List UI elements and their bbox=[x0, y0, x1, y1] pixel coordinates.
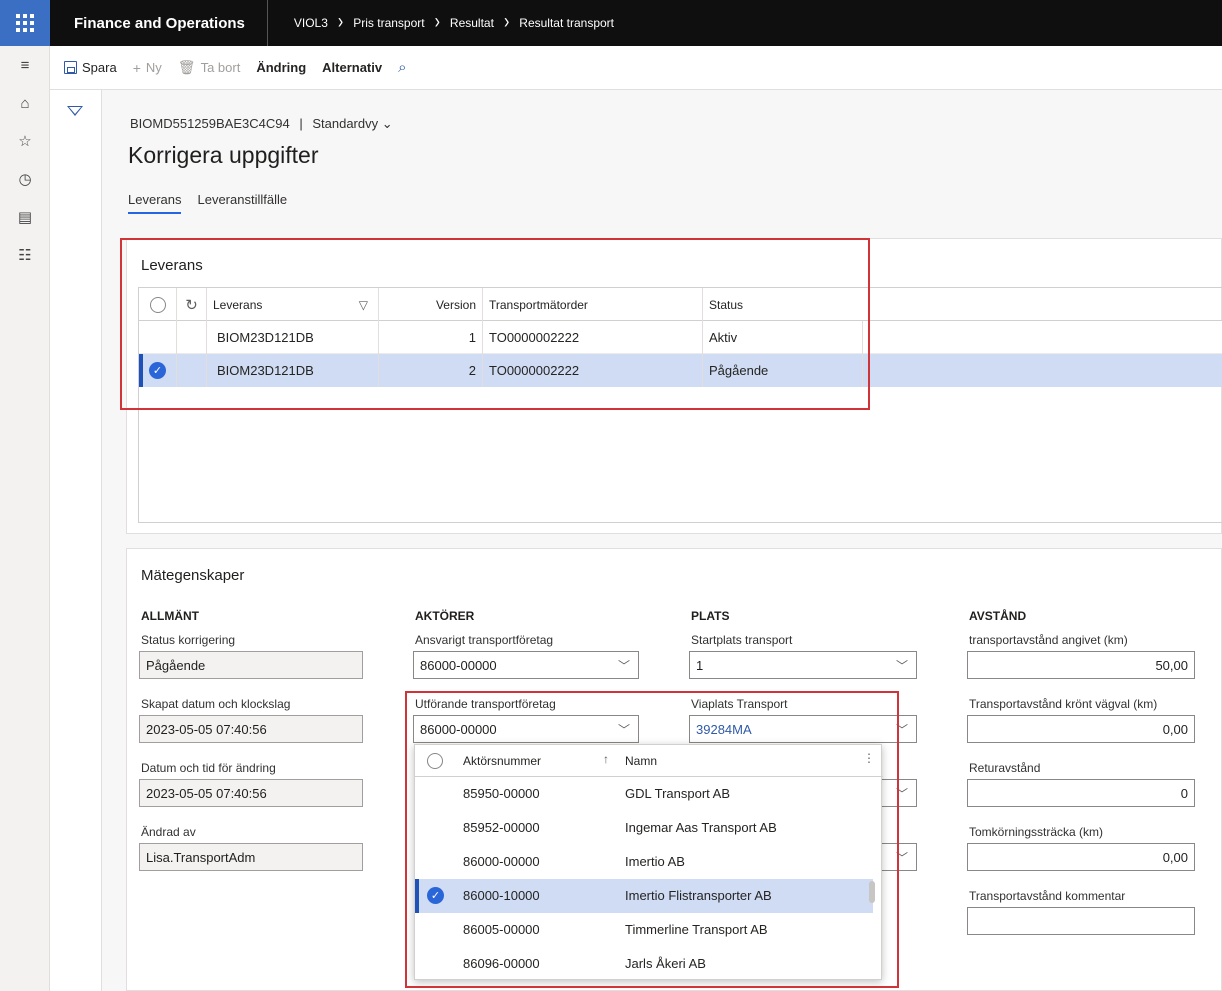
app-title[interactable]: Finance and Operations bbox=[50, 0, 268, 46]
breadcrumb-item[interactable]: Pris transport bbox=[353, 16, 424, 30]
favorites-star-icon[interactable]: ☆ bbox=[0, 122, 50, 160]
search-icon[interactable]: ⌕ bbox=[398, 59, 406, 76]
filter-icon[interactable] bbox=[67, 106, 83, 116]
allmant-heading: ALLMÄNT bbox=[141, 609, 199, 623]
responsible-field[interactable]: 86000-00000 ﹀ bbox=[413, 651, 639, 679]
changed-field[interactable]: 2023-05-05 07:40:56 bbox=[139, 779, 363, 807]
save-button[interactable]: Spara bbox=[64, 60, 117, 75]
filter-pane bbox=[50, 90, 102, 991]
chevron-down-icon[interactable]: ﹀ bbox=[896, 657, 908, 674]
options-menu-button[interactable]: Alternativ bbox=[322, 60, 382, 75]
matt-section-title: Mätegenskaper bbox=[141, 567, 245, 584]
responsible-label: Ansvarigt transportföretag bbox=[415, 633, 554, 647]
comment-label: Transportavstånd kommentar bbox=[969, 889, 1126, 903]
given-label: transportavstånd angivet (km) bbox=[969, 633, 1128, 647]
created-label: Skapat datum och klockslag bbox=[141, 697, 291, 711]
edit-menu-button[interactable]: Ändring bbox=[256, 60, 306, 75]
crowned-field[interactable]: 0,00 bbox=[967, 715, 1195, 743]
return-field[interactable]: 0 bbox=[967, 779, 1195, 807]
comment-field[interactable] bbox=[967, 907, 1195, 935]
crowned-label: Transportavstånd krönt vägval (km) bbox=[969, 697, 1158, 711]
given-field[interactable]: 50,00 bbox=[967, 651, 1195, 679]
highlight-box-lookup bbox=[405, 691, 899, 988]
record-header: BIOMD551259BAE3C4C94 | Standardvy ⌄ bbox=[130, 116, 393, 132]
action-pane: Spara + Ny 🗑 Ta bort Ändring Alternativ … bbox=[50, 46, 1222, 90]
home-icon[interactable]: ⌂ bbox=[0, 84, 50, 122]
start-value: 1 bbox=[696, 657, 704, 673]
changedby-label: Ändrad av bbox=[141, 825, 196, 839]
breadcrumb-item[interactable]: Resultat bbox=[450, 16, 494, 30]
recent-clock-icon[interactable]: ◷ bbox=[0, 160, 50, 198]
page-title: Korrigera uppgifter bbox=[128, 142, 319, 168]
view-label: Standardvy bbox=[312, 116, 379, 131]
empty-field[interactable]: 0,00 bbox=[967, 843, 1195, 871]
chevron-right-icon: › bbox=[434, 11, 440, 34]
workspaces-icon[interactable]: ▤ bbox=[0, 198, 50, 236]
left-navigation: ≡ ⌂ ☆ ◷ ▤ ☷ bbox=[0, 46, 50, 991]
status-field[interactable]: Pågående bbox=[139, 651, 363, 679]
empty-label: Tomkörningssträcka (km) bbox=[969, 825, 1104, 839]
trash-icon: 🗑 bbox=[177, 59, 196, 75]
return-label: Returavstånd bbox=[969, 761, 1041, 775]
changedby-field[interactable]: Lisa.TransportAdm bbox=[139, 843, 363, 871]
record-id: BIOMD551259BAE3C4C94 bbox=[130, 116, 290, 131]
changed-label: Datum och tid för ändring bbox=[141, 761, 276, 775]
new-label: Ny bbox=[145, 60, 162, 75]
avstand-heading: AVSTÅND bbox=[969, 609, 1027, 623]
modules-list-icon[interactable]: ☷ bbox=[0, 236, 50, 274]
breadcrumb: VIOL3 › Pris transport › Resultat › Resu… bbox=[268, 11, 614, 34]
view-selector[interactable]: Standardvy ⌄ bbox=[312, 116, 392, 131]
breadcrumb-company[interactable]: VIOL3 bbox=[294, 16, 328, 30]
breadcrumb-item[interactable]: Resultat transport bbox=[519, 16, 614, 30]
created-field[interactable]: 2023-05-05 07:40:56 bbox=[139, 715, 363, 743]
plus-icon: + bbox=[132, 59, 141, 76]
header-separator: | bbox=[299, 116, 303, 131]
tab-strip: Leverans Leveranstillfälle bbox=[128, 192, 303, 214]
delete-button[interactable]: 🗑 Ta bort bbox=[178, 59, 241, 76]
highlight-box-leverans bbox=[120, 238, 870, 410]
plats-heading: PLATS bbox=[691, 609, 730, 623]
tab-leverans[interactable]: Leverans bbox=[128, 192, 182, 214]
chevron-right-icon: › bbox=[337, 11, 344, 34]
waffle-icon bbox=[16, 14, 34, 32]
app-launcher-button[interactable] bbox=[0, 0, 50, 46]
status-label: Status korrigering bbox=[141, 633, 236, 647]
hamburger-menu-icon[interactable]: ≡ bbox=[0, 46, 50, 84]
chevron-down-icon: ⌄ bbox=[381, 116, 393, 131]
delete-label: Ta bort bbox=[200, 60, 241, 75]
save-icon bbox=[64, 61, 77, 74]
new-button[interactable]: + Ny bbox=[133, 60, 162, 76]
start-label: Startplats transport bbox=[691, 633, 793, 647]
top-bar: Finance and Operations VIOL3 › Pris tran… bbox=[0, 0, 1222, 46]
chevron-right-icon: › bbox=[503, 11, 510, 34]
start-field[interactable]: 1 ﹀ bbox=[689, 651, 917, 679]
tab-leveranstillfalle[interactable]: Leveranstillfälle bbox=[197, 192, 287, 214]
aktorer-heading: AKTÖRER bbox=[415, 609, 475, 623]
save-label: Spara bbox=[82, 60, 117, 75]
responsible-value: 86000-00000 bbox=[420, 657, 497, 673]
chevron-down-icon[interactable]: ﹀ bbox=[618, 657, 630, 674]
